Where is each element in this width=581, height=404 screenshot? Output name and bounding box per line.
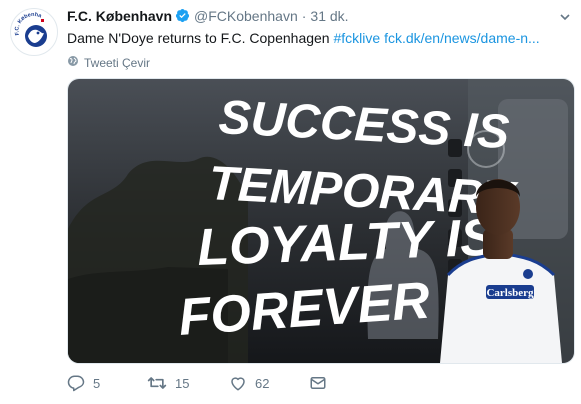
retweet-button[interactable]: 15 (147, 374, 189, 392)
reply-button[interactable]: 5 (67, 374, 100, 392)
retweet-icon (147, 374, 167, 392)
author-handle[interactable]: @FCKobenhavn (194, 8, 298, 24)
chevron-down-icon[interactable] (559, 10, 571, 28)
direct-message-button[interactable] (309, 374, 327, 392)
tweet-image[interactable]: SUCCESS IS TEMPORARY LOYALTY IS FOREVER … (67, 78, 575, 364)
tweet-header: F.C. København @FCKobenhavn · 31 dk. (67, 8, 349, 26)
shirt-sponsor: Carlsberg (486, 287, 534, 299)
verified-badge-icon (175, 8, 190, 26)
translate-tweet[interactable]: Tweeti Çevir (67, 55, 150, 70)
tweet-text: Dame N'Doye returns to F.C. Copenhagen #… (67, 30, 540, 46)
like-button[interactable]: 62 (229, 374, 269, 392)
tweet-timestamp[interactable]: 31 dk. (310, 8, 348, 24)
header-separator: · (301, 8, 307, 24)
direct-message-icon (309, 374, 327, 392)
author-name[interactable]: F.C. København (67, 8, 172, 24)
like-count: 62 (255, 375, 270, 391)
tweet-body-text: Dame N'Doye returns to F.C. Copenhagen (67, 30, 334, 46)
avatar[interactable]: F.C. København (10, 8, 58, 56)
reply-count: 5 (93, 375, 101, 391)
translate-label: Tweeti Çevir (84, 55, 151, 70)
fc-kobenhavn-logo: F.C. København (11, 9, 56, 54)
slogan-line-3: LOYALTY IS (196, 209, 496, 277)
tweet-actions: 5 15 62 (67, 374, 367, 398)
hashtag-link[interactable]: #fcklive (333, 30, 380, 46)
article-link[interactable]: fck.dk/en/news/dame-n... (384, 30, 540, 46)
retweet-count: 15 (175, 375, 190, 391)
globe-icon (67, 55, 79, 70)
like-icon (229, 374, 247, 392)
reply-icon (67, 374, 85, 392)
